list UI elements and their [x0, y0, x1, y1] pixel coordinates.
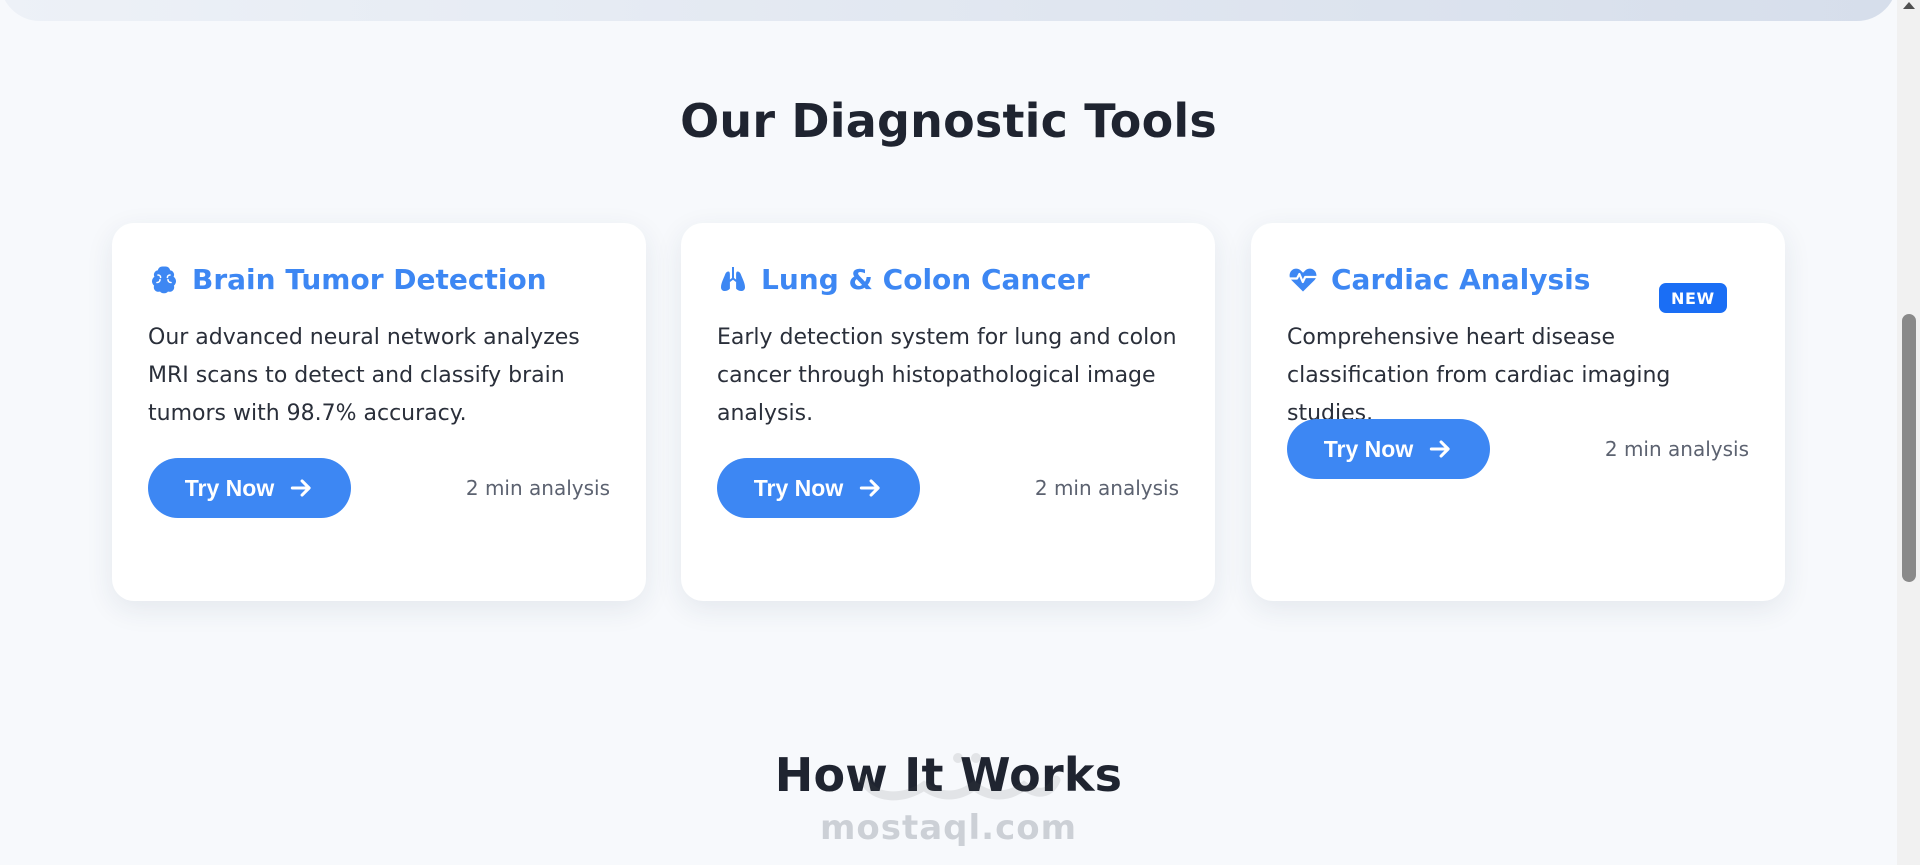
- heart-pulse-icon: [1287, 263, 1319, 295]
- scrollbar[interactable]: [1897, 0, 1920, 865]
- arrow-right-icon: [1427, 436, 1453, 462]
- scroll-up-arrow-icon[interactable]: [1903, 2, 1915, 9]
- card-header: Lung & Colon Cancer: [717, 259, 1090, 299]
- card-lung-colon: Lung & Colon Cancer Early detection syst…: [681, 223, 1215, 601]
- card-description: Comprehensive heart disease classificati…: [1287, 325, 1671, 426]
- card-description: Early detection system for lung and colo…: [717, 325, 1177, 426]
- card-cardiac: Cardiac Analysis NEW Comprehensive heart…: [1251, 223, 1785, 601]
- card-header: Cardiac Analysis: [1287, 259, 1590, 299]
- card-header: Brain Tumor Detection: [148, 259, 547, 299]
- card-title: Lung & Colon Cancer: [761, 262, 1090, 296]
- watermark-logo: [850, 746, 1070, 808]
- try-now-button[interactable]: Try Now: [717, 458, 920, 518]
- arrow-right-icon: [288, 475, 314, 501]
- analysis-time: 2 min analysis: [1604, 437, 1749, 461]
- scrollbar-thumb[interactable]: [1902, 314, 1916, 582]
- analysis-time: 2 min analysis: [1034, 476, 1179, 500]
- card-title: Cardiac Analysis: [1331, 262, 1591, 296]
- try-now-button[interactable]: Try Now: [148, 458, 351, 518]
- card-description: Our advanced neural network analyzes MRI…: [148, 325, 580, 426]
- try-now-label: Try Now: [184, 474, 275, 501]
- card-brain-tumor: Brain Tumor Detection Our advanced neura…: [112, 223, 646, 601]
- page: Our Diagnostic Tools Brain Tumor Detecti…: [0, 0, 1897, 865]
- hero-section-bottom: [0, 0, 1897, 21]
- arrow-right-icon: [857, 475, 883, 501]
- card-title: Brain Tumor Detection: [192, 262, 547, 296]
- section-title-diagnostic-tools: Our Diagnostic Tools: [680, 94, 1217, 148]
- try-now-button[interactable]: Try Now: [1287, 419, 1490, 479]
- brain-icon: [148, 263, 180, 295]
- new-badge: NEW: [1659, 283, 1727, 313]
- watermark-text: mostaql.com: [819, 808, 1078, 848]
- analysis-time: 2 min analysis: [465, 476, 610, 500]
- lungs-icon: [717, 263, 749, 295]
- try-now-label: Try Now: [1323, 435, 1414, 462]
- try-now-label: Try Now: [753, 474, 844, 501]
